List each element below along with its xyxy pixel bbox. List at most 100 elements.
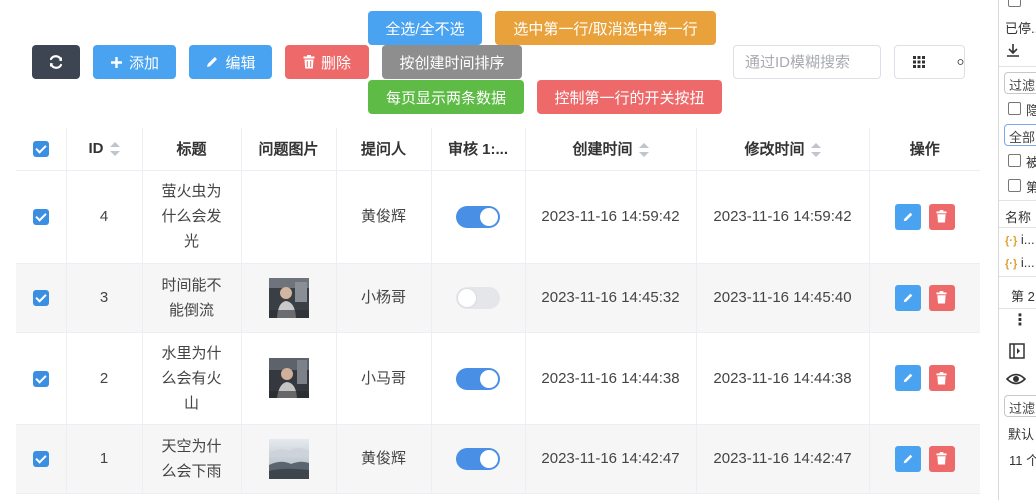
select-first-row-button[interactable]: 选中第一行/取消选中第一行: [495, 11, 716, 45]
col-header-modified-label: 修改时间: [744, 141, 805, 159]
eye-icon[interactable]: [1005, 371, 1027, 390]
all-filter-button[interactable]: 全部: [1004, 124, 1036, 146]
toggle-first-row-switch-button[interactable]: 控制第一行的开关按扭: [537, 80, 722, 114]
col-header-image-label: 问题图片: [258, 141, 319, 159]
edit-button[interactable]: 编辑: [189, 45, 272, 79]
image-cell: [241, 263, 337, 333]
add-button[interactable]: 添加: [93, 45, 176, 79]
pencil-icon: [205, 55, 219, 69]
add-button-label: 添加: [128, 54, 159, 72]
row-edit-button[interactable]: [894, 203, 921, 230]
divider: [999, 308, 1036, 309]
delete-button[interactable]: 删除: [285, 45, 369, 79]
row-checkbox[interactable]: [32, 209, 49, 226]
title-cell: 时间能不能倒流: [142, 263, 242, 333]
question-image-thumbnail[interactable]: [268, 438, 309, 479]
download-icon[interactable]: [1005, 42, 1021, 61]
row-checkbox-cell[interactable]: [16, 263, 67, 333]
approved-cell: [431, 263, 526, 333]
trash-icon: [303, 55, 315, 69]
table-row[interactable]: 4 萤火虫为什么会发光 黄俊辉 2023-11-16 14:59:42 2023…: [16, 170, 980, 264]
col-header-image: 问题图片: [241, 128, 337, 171]
modified-cell: 2023-11-16 14:44:38: [696, 332, 870, 425]
refresh-icon: [49, 55, 63, 69]
col-header-created[interactable]: 创建时间: [525, 128, 697, 171]
toggle-first-label: 控制第一行的开关按扭: [554, 89, 705, 107]
header-checkbox[interactable]: [32, 141, 49, 158]
title-text: 天空为什么会下雨: [161, 437, 222, 480]
row-checkbox-cell[interactable]: [16, 332, 67, 425]
approved-switch[interactable]: [456, 287, 500, 310]
request-item[interactable]: {·} i...: [1005, 232, 1035, 247]
row-checkbox[interactable]: [32, 370, 49, 387]
table-row[interactable]: 2 水里为什么会有火山 小马哥 2023-11-16 14:44:38 2023…: [16, 332, 980, 425]
filter-input[interactable]: 过滤: [1004, 72, 1036, 94]
row-delete-button[interactable]: [928, 203, 955, 230]
filter-input-2[interactable]: 过滤: [1004, 395, 1036, 417]
row-edit-button[interactable]: [894, 365, 921, 392]
third-party-checkbox-label: 第: [1026, 177, 1036, 196]
approved-switch[interactable]: [456, 448, 500, 471]
question-image-thumbnail[interactable]: [268, 277, 309, 318]
third-party-checkbox[interactable]: [1008, 179, 1021, 192]
col-header-modified[interactable]: 修改时间: [696, 128, 870, 171]
switch-knob: [458, 289, 476, 308]
row-checkbox-cell[interactable]: [16, 424, 67, 494]
image-cell: [241, 170, 337, 264]
table-row[interactable]: 3 时间能不能倒流 小杨哥 2023-11-16 14:45:32 2023-1…: [16, 263, 980, 333]
approved-cell: [431, 332, 526, 425]
refresh-button[interactable]: [32, 45, 80, 79]
request-item[interactable]: {·} i...: [1005, 255, 1035, 270]
row-checkbox-cell[interactable]: [16, 170, 67, 264]
sort-caret-icon[interactable]: [109, 142, 120, 157]
sort-caret-icon[interactable]: [638, 143, 649, 158]
col-header-actions: 操作: [869, 128, 980, 171]
page-two-label: 每页显示两条数据: [385, 89, 506, 107]
switch-knob: [480, 208, 498, 227]
actions-cell: [869, 332, 980, 425]
question-image-thumbnail[interactable]: [268, 358, 309, 398]
trash-icon: [936, 210, 947, 223]
export-button[interactable]: [943, 45, 965, 79]
devtools-network-panel: 已停... 过滤 隐 全部 被 第 名称 {·} i... {·} i... 第…: [998, 0, 1036, 500]
approved-switch[interactable]: [456, 367, 500, 390]
page-two-items-button[interactable]: 每页显示两条数据: [368, 80, 524, 114]
row-checkbox[interactable]: [32, 290, 49, 307]
search-input[interactable]: [733, 45, 881, 79]
columns-toggle-button[interactable]: [894, 45, 944, 79]
row-edit-button[interactable]: [894, 445, 921, 472]
row-delete-button[interactable]: [928, 284, 955, 311]
col-header-actions-label: 操作: [909, 141, 940, 159]
actions-cell: [869, 263, 980, 333]
asker-cell: 黄俊辉: [336, 170, 432, 264]
approved-cell: [431, 424, 526, 494]
asker-cell: 小马哥: [336, 332, 432, 425]
json-icon: {·}: [1005, 258, 1018, 270]
panel-toggle-icon[interactable]: [1009, 343, 1025, 362]
preserve-log-checkbox[interactable]: [1008, 0, 1021, 7]
row-delete-button[interactable]: [928, 365, 955, 392]
row-edit-button[interactable]: [894, 284, 921, 311]
pencil-icon: [903, 373, 912, 383]
select-all-button[interactable]: 全选/全不选: [368, 11, 482, 45]
request-item-label: i...: [1020, 255, 1035, 270]
id-cell: 2: [66, 332, 143, 425]
sort-by-created-button[interactable]: 按创建时间排序: [382, 45, 522, 79]
hide-checkbox[interactable]: [1008, 102, 1021, 115]
col-header-id[interactable]: ID: [66, 128, 143, 171]
row-delete-button[interactable]: [928, 445, 955, 472]
request-item-label: i...: [1020, 232, 1035, 247]
modified-cell: 2023-11-16 14:59:42: [696, 170, 870, 264]
sort-caret-icon[interactable]: [810, 143, 821, 158]
col-header-title-label: 标题: [176, 141, 207, 159]
select-all-checkbox-cell[interactable]: [16, 128, 67, 171]
col-header-asker: 提问人: [336, 128, 432, 171]
row-checkbox[interactable]: [32, 451, 49, 468]
pencil-icon: [903, 293, 912, 302]
approved-switch[interactable]: [456, 206, 500, 229]
table-row[interactable]: 1 天空为什么会下雨 黄俊辉 2023-11-16 14:42:47 2023-…: [16, 424, 980, 494]
col-header-approved: 审核 1:...: [431, 128, 526, 171]
more-options-icon[interactable]: ⋮: [1012, 312, 1028, 330]
image-cell: [241, 424, 337, 494]
blocked-checkbox[interactable]: [1008, 154, 1021, 167]
